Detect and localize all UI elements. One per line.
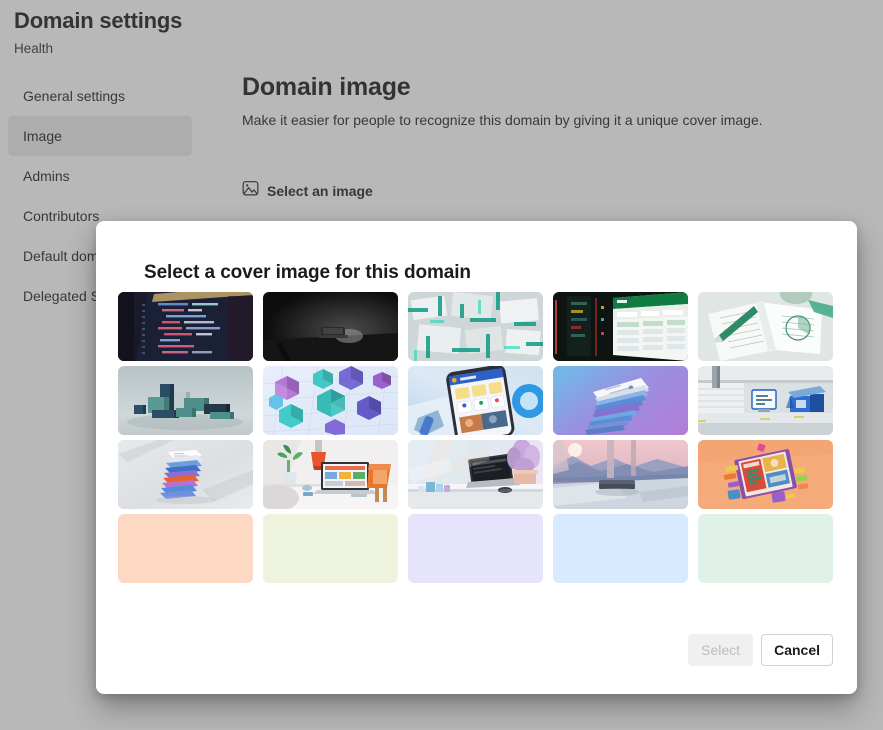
app-window: Domain settings Health General settings … — [0, 0, 883, 730]
cover-image-option-notebook-green-pen[interactable] — [698, 292, 833, 361]
cover-image-option-laptop-lavender-plant[interactable] — [408, 440, 543, 509]
cover-image-option-home-office-desk[interactable] — [263, 440, 398, 509]
cover-image-option-phone-app-blue[interactable] — [408, 366, 543, 435]
cover-image-option-paper-stack-colorful[interactable] — [118, 440, 253, 509]
cover-image-option-solid-lavender[interactable] — [408, 514, 543, 583]
cover-image-grid — [118, 292, 833, 583]
cover-image-option-stacked-cards-purple[interactable] — [553, 366, 688, 435]
cover-image-option-teal-spreadsheet-abstract[interactable] — [408, 292, 543, 361]
cover-image-option-office-desk-blue[interactable] — [698, 366, 833, 435]
cover-image-option-solid-light-green[interactable] — [263, 514, 398, 583]
cancel-button[interactable]: Cancel — [761, 634, 833, 666]
dialog-title: Select a cover image for this domain — [144, 262, 471, 283]
dialog-footer: Select Cancel — [96, 634, 833, 666]
cover-image-option-orange-workspace-flatlay[interactable] — [698, 440, 833, 509]
cover-image-option-sunset-landscape-desk[interactable] — [553, 440, 688, 509]
cover-image-option-solid-light-blue[interactable] — [553, 514, 688, 583]
cover-image-option-solid-mint[interactable] — [698, 514, 833, 583]
cover-image-option-solid-peach[interactable] — [118, 514, 253, 583]
cover-image-option-excel-green-screens[interactable] — [553, 292, 688, 361]
cover-image-option-purple-glass-cubes[interactable] — [263, 366, 398, 435]
cover-image-option-code-editor-dark[interactable] — [118, 292, 253, 361]
select-button[interactable]: Select — [688, 634, 754, 666]
cover-image-option-teal-blocks-3d[interactable] — [118, 366, 253, 435]
cover-image-option-dark-desk-laptop[interactable] — [263, 292, 398, 361]
